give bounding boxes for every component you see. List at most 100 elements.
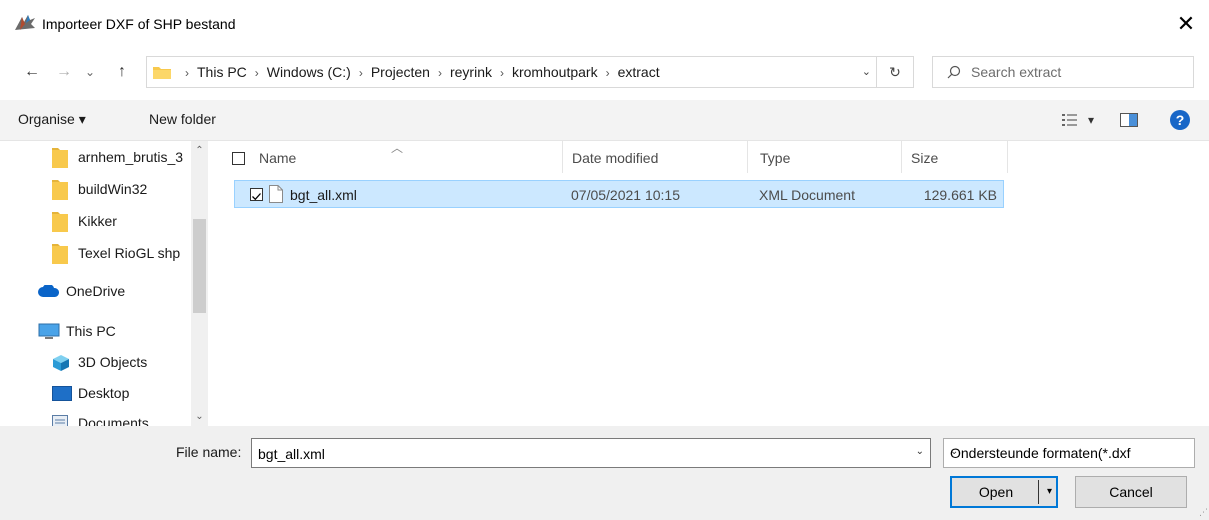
- chevron-down-icon[interactable]: ⌄: [916, 446, 924, 457]
- table-row[interactable]: bgt_all.xml 07/05/2021 10:15 XML Documen…: [234, 180, 1004, 208]
- breadcrumb-item[interactable]: This PC: [197, 64, 247, 80]
- column-header-date-modified[interactable]: Date modified: [572, 141, 747, 175]
- row-checkbox[interactable]: [250, 188, 263, 201]
- sidebar-item-label: Texel RioGL shp: [78, 245, 181, 261]
- preview-pane-button[interactable]: [1120, 110, 1138, 130]
- search-box[interactable]: [932, 56, 1194, 88]
- monitor-icon: [38, 323, 60, 339]
- sidebar-item-this-pc[interactable]: This PC: [0, 315, 190, 347]
- file-name-input[interactable]: [256, 445, 890, 463]
- file-icon: [269, 185, 283, 206]
- address-bar[interactable]: › This PC › Windows (C:) › Projecten › reyrink ›…: [146, 56, 914, 88]
- close-button[interactable]: ✕: [1163, 0, 1209, 48]
- refresh-button[interactable]: ↻: [876, 57, 913, 87]
- view-dropdown-icon: ▾: [1088, 113, 1095, 127]
- sidebar-scrollbar[interactable]: ⌃ ⌄: [191, 141, 208, 426]
- command-bar: Organise ▾ New folder ▾ ?: [0, 100, 1209, 141]
- folder-icon: [52, 212, 68, 232]
- breadcrumb-separator-icon[interactable]: ›: [606, 66, 610, 80]
- sidebar-item-label: Documents: [78, 415, 149, 426]
- sidebar-item-3d-objects[interactable]: 3D Objects: [0, 346, 190, 378]
- chevron-down-icon: ⌄: [84, 65, 96, 79]
- sidebar-item-documents[interactable]: Documents: [0, 407, 190, 426]
- column-divider[interactable]: [562, 141, 563, 173]
- sidebar-item-label: Kikker: [78, 213, 117, 229]
- open-button[interactable]: Open ▾: [950, 476, 1058, 508]
- dialog-footer: File name: ⌄ Ondersteunde formaten(*.dxf…: [0, 426, 1209, 520]
- breadcrumb: › This PC › Windows (C:) › Projecten › reyrink ›…: [177, 64, 660, 80]
- new-folder-button[interactable]: New folder: [149, 111, 216, 127]
- sidebar-item-label: arnhem_brutis_3: [78, 149, 184, 165]
- breadcrumb-item[interactable]: kromhoutpark: [512, 64, 598, 80]
- breadcrumb-separator-icon[interactable]: ›: [359, 66, 363, 80]
- file-type-select[interactable]: Ondersteunde formaten(*.dxf ⌄: [943, 438, 1195, 468]
- file-name: bgt_all.xml: [290, 187, 357, 203]
- folder-icon: [153, 65, 171, 79]
- search-input[interactable]: [969, 63, 1173, 81]
- column-divider[interactable]: [747, 141, 748, 173]
- split-divider: [1038, 480, 1039, 504]
- column-header-label: Size: [911, 150, 939, 166]
- sidebar-item-label: 3D Objects: [78, 354, 148, 370]
- cancel-button[interactable]: Cancel: [1075, 476, 1187, 508]
- sort-ascending-icon: ︿: [390, 141, 403, 155]
- up-arrow-icon: ↑: [118, 63, 126, 80]
- desktop-icon: [52, 386, 72, 401]
- cube-icon: [52, 354, 70, 372]
- file-date-modified: 07/05/2021 10:15: [571, 187, 680, 203]
- sidebar-item-kikker[interactable]: Kikker: [0, 205, 190, 237]
- search-icon: [947, 65, 961, 79]
- address-dropdown-icon[interactable]: ⌄: [862, 65, 871, 78]
- forward-arrow-icon: →: [56, 63, 72, 80]
- scroll-down-icon[interactable]: ⌄: [191, 411, 208, 422]
- column-header-size[interactable]: Size: [911, 141, 1006, 175]
- up-button[interactable]: ↑: [110, 60, 134, 84]
- breadcrumb-item[interactable]: Windows (C:): [267, 64, 351, 80]
- scroll-up-icon[interactable]: ⌃: [191, 145, 208, 156]
- column-header-type[interactable]: Type: [760, 141, 900, 175]
- breadcrumb-item[interactable]: reyrink: [450, 64, 492, 80]
- column-header-label: Type: [760, 150, 791, 166]
- chevron-down-icon: ⌄: [950, 446, 959, 457]
- help-button[interactable]: ?: [1170, 110, 1190, 130]
- organise-button[interactable]: Organise ▾: [18, 111, 86, 128]
- document-icon: [52, 415, 68, 426]
- breadcrumb-separator-icon[interactable]: ›: [438, 66, 442, 80]
- open-dropdown-icon[interactable]: ▾: [1047, 486, 1052, 497]
- resize-grip-icon[interactable]: ⋰: [1199, 507, 1208, 518]
- breadcrumb-separator-icon[interactable]: ›: [500, 66, 504, 80]
- sidebar-item-label: This PC: [66, 323, 116, 339]
- sidebar-item-buildwin32[interactable]: buildWin32: [0, 173, 190, 205]
- sidebar-item-texel-riogl-shp[interactable]: Texel RioGL shp: [0, 237, 190, 269]
- navigation-pane: arnhem_brutis_3 buildWin32 Kikker Texel …: [0, 141, 210, 426]
- file-name-combobox[interactable]: ⌄: [251, 438, 931, 468]
- back-button[interactable]: ←: [20, 60, 44, 84]
- column-divider[interactable]: [901, 141, 902, 173]
- breadcrumb-separator-icon[interactable]: ›: [185, 66, 189, 80]
- sidebar-item-label: OneDrive: [66, 283, 126, 299]
- forward-button[interactable]: →: [52, 60, 76, 84]
- app-icon: [14, 14, 36, 32]
- column-divider[interactable]: [1007, 141, 1008, 173]
- breadcrumb-separator-icon[interactable]: ›: [255, 66, 259, 80]
- cancel-button-label: Cancel: [1109, 484, 1153, 500]
- breadcrumb-item[interactable]: Projecten: [371, 64, 430, 80]
- breadcrumb-item[interactable]: extract: [618, 64, 660, 80]
- title-bar: Importeer DXF of SHP bestand ✕: [0, 0, 1209, 48]
- recent-locations-button[interactable]: ⌄: [80, 60, 100, 84]
- folder-icon: [52, 180, 68, 200]
- open-button-label: Open: [978, 484, 1014, 500]
- scrollbar-thumb[interactable]: [193, 219, 206, 313]
- change-view-button[interactable]: ▾: [1062, 110, 1094, 130]
- sidebar-item-onedrive[interactable]: OneDrive: [0, 275, 190, 307]
- folder-icon: [52, 148, 68, 168]
- details-view-icon: [1062, 114, 1077, 126]
- sidebar-item-desktop[interactable]: Desktop: [0, 377, 190, 409]
- sidebar-item-label: Desktop: [78, 385, 130, 401]
- sidebar-item-label: buildWin32: [78, 181, 148, 197]
- column-header-label: Date modified: [572, 150, 659, 166]
- sidebar-item-arnhem-brutis[interactable]: arnhem_brutis_3: [0, 141, 190, 173]
- window-title: Importeer DXF of SHP bestand: [42, 16, 236, 32]
- preview-pane-icon: [1120, 113, 1138, 127]
- column-header-name[interactable]: Name ︿: [232, 141, 562, 175]
